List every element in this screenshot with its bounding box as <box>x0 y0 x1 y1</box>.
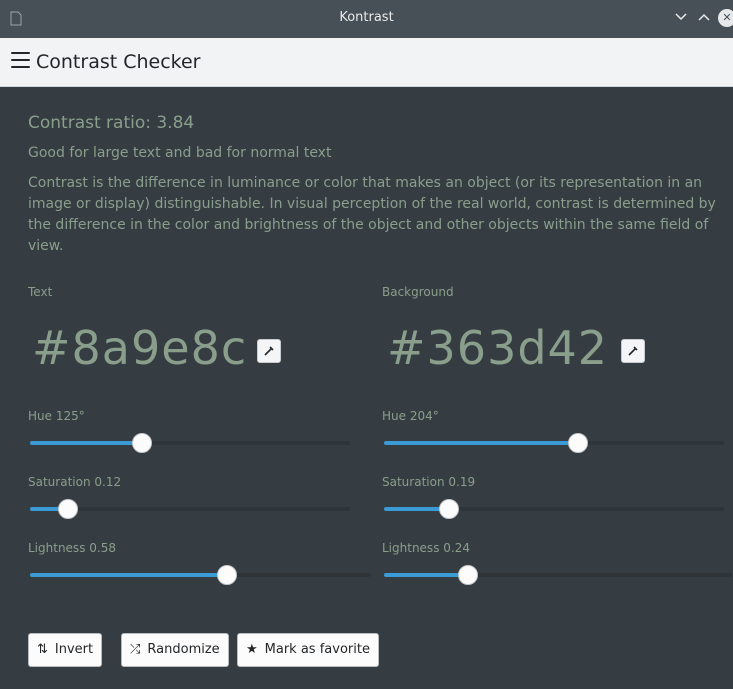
text-color-hex[interactable]: #8a9e8c <box>32 321 247 375</box>
background-hue-slider[interactable] <box>384 433 724 453</box>
favorite-label: Mark as favorite <box>264 642 370 657</box>
background-saturation-slider[interactable] <box>384 499 724 519</box>
chevron-up-icon <box>698 13 710 21</box>
shuffle-icon: ⤮ <box>130 642 141 657</box>
text-hue-label: Hue 125° <box>28 409 85 423</box>
slider-handle[interactable] <box>217 565 238 585</box>
contrast-description: Contrast is the difference in luminance … <box>28 175 716 254</box>
slider-handle[interactable] <box>567 433 588 453</box>
slider-handle[interactable] <box>132 433 152 453</box>
randomize-button[interactable]: ⤮ Randomize <box>121 633 229 667</box>
background-color-hex[interactable]: #363d42 <box>387 321 608 375</box>
invert-button[interactable]: ⇅ Invert <box>28 633 103 667</box>
main-content: Contrast ratio: 3.84 Good for large text… <box>0 87 733 689</box>
star-icon: ★ <box>246 642 258 657</box>
text-hue-slider[interactable] <box>30 433 350 453</box>
page-title: Contrast Checker <box>36 51 201 73</box>
background-lightness-label: Lightness 0.24 <box>382 541 470 555</box>
window-title: Kontrast <box>339 10 394 25</box>
page-header: Contrast Checker <box>0 38 733 87</box>
background-color-label: Background <box>382 285 454 299</box>
color-picker-icon <box>628 346 638 356</box>
background-color-picker-button[interactable] <box>621 339 645 363</box>
background-saturation-label: Saturation 0.19 <box>382 475 476 489</box>
background-hue-label: Hue 204° <box>382 409 439 423</box>
close-icon: ✕ <box>722 11 732 24</box>
text-saturation-label: Saturation 0.12 <box>28 475 122 489</box>
color-picker-icon <box>264 346 274 356</box>
text-lightness-slider[interactable] <box>30 565 370 585</box>
swap-vertical-icon: ⇅ <box>37 642 48 657</box>
slider-handle[interactable] <box>438 499 459 519</box>
slider-handle[interactable] <box>457 565 478 585</box>
text-saturation-slider[interactable] <box>30 499 350 519</box>
text-color-picker-button[interactable] <box>257 339 281 363</box>
randomize-label: Randomize <box>147 642 220 657</box>
background-lightness-slider[interactable] <box>384 565 732 585</box>
chevron-down-icon <box>675 13 687 21</box>
window-titlebar: Kontrast ✕ <box>0 0 733 38</box>
slider-handle[interactable] <box>58 499 79 519</box>
invert-label: Invert <box>54 642 94 657</box>
close-button[interactable]: ✕ <box>718 9 733 27</box>
contrast-verdict: Good for large text and bad for normal t… <box>28 145 332 161</box>
contrast-ratio: Contrast ratio: 3.84 <box>28 113 195 133</box>
text-lightness-label: Lightness 0.58 <box>28 541 116 555</box>
mark-favorite-button[interactable]: ★ Mark as favorite <box>237 633 379 667</box>
minimize-button[interactable] <box>672 9 690 27</box>
hamburger-menu-icon[interactable] <box>11 52 30 68</box>
maximize-button[interactable] <box>695 9 713 27</box>
text-color-label: Text <box>28 285 53 299</box>
